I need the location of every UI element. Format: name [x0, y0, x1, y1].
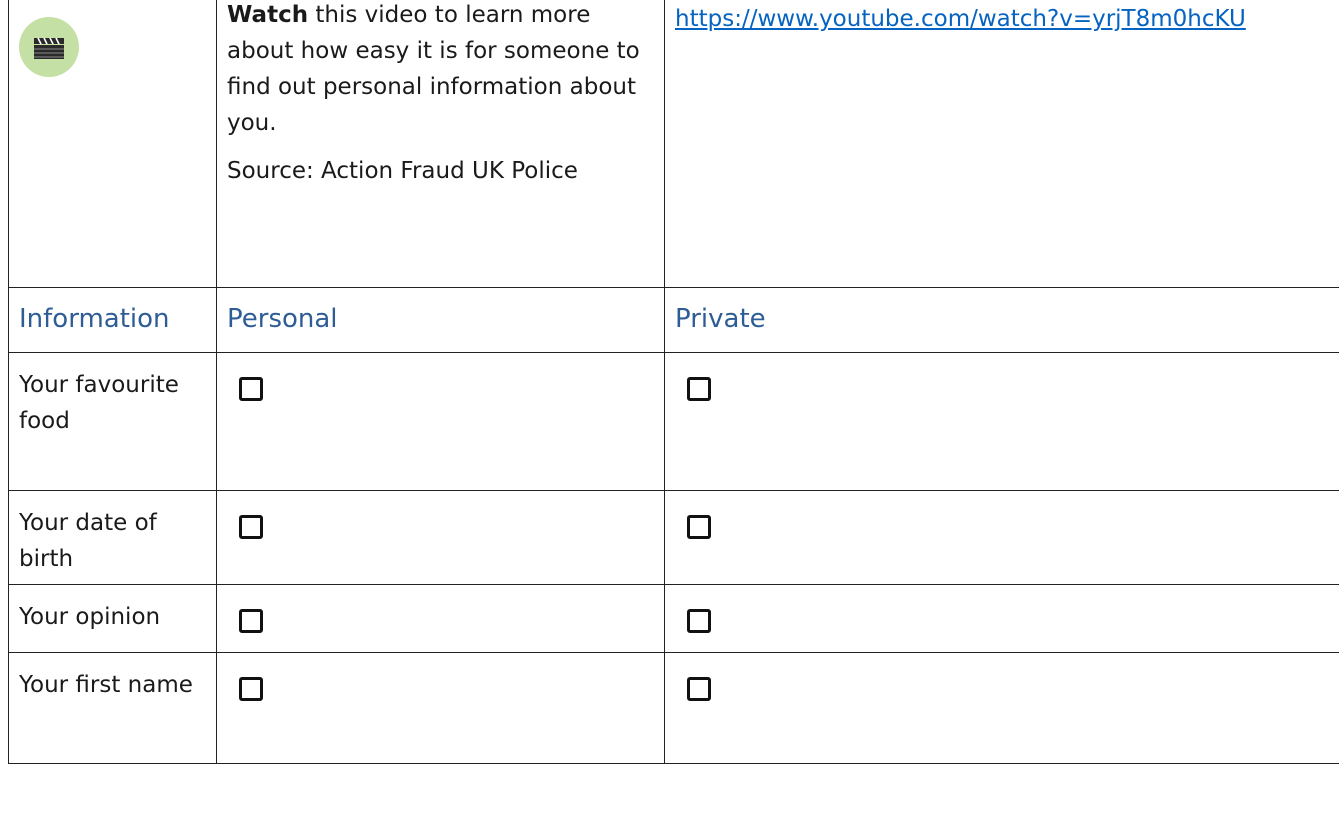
- private-checkbox[interactable]: [687, 609, 711, 633]
- video-description-cell: Watch this video to learn more about how…: [216, 0, 665, 288]
- youtube-link[interactable]: https://www.youtube.com/watch?v=yrjT8m0h…: [675, 0, 1246, 37]
- information-table: Watch this video to learn more about how…: [8, 0, 1339, 764]
- video-link-cell: https://www.youtube.com/watch?v=yrjT8m0h…: [664, 0, 1339, 288]
- worksheet-page: Watch this video to learn more about how…: [0, 0, 1339, 828]
- personal-checkbox[interactable]: [239, 377, 263, 401]
- private-checkbox[interactable]: [687, 377, 711, 401]
- row-label-cell: Your opinion: [8, 584, 217, 653]
- column-header-information: Information: [8, 287, 217, 353]
- private-cell: [664, 352, 1339, 491]
- personal-cell: [216, 352, 665, 491]
- column-header-private: Private: [664, 287, 1339, 353]
- personal-cell: [216, 652, 665, 764]
- row-label: Your date of birth: [19, 510, 157, 572]
- personal-cell: [216, 490, 665, 585]
- table-row: Your first name: [8, 652, 1339, 764]
- personal-cell: [216, 584, 665, 653]
- row-label-cell: Your date of birth: [8, 490, 217, 585]
- video-source: Source: Action Fraud UK Police: [227, 158, 578, 184]
- table-row: Your favourite food: [8, 352, 1339, 491]
- private-checkbox[interactable]: [687, 677, 711, 701]
- personal-checkbox[interactable]: [239, 677, 263, 701]
- private-cell: [664, 584, 1339, 653]
- row-label-cell: Your first name: [8, 652, 217, 764]
- table-row: Your date of birth: [8, 490, 1339, 585]
- personal-checkbox[interactable]: [239, 515, 263, 539]
- header-row: Information Personal Private: [8, 287, 1339, 353]
- icon-cell: [8, 0, 217, 288]
- video-description: Watch this video to learn more about how…: [227, 0, 654, 141]
- video-row: Watch this video to learn more about how…: [8, 0, 1339, 288]
- watch-label: Watch: [227, 2, 309, 28]
- row-label: Your favourite food: [19, 372, 179, 434]
- row-label-cell: Your favourite food: [8, 352, 217, 491]
- row-label: Your opinion: [19, 604, 161, 630]
- private-cell: [664, 490, 1339, 585]
- clapperboard-icon: [19, 17, 79, 77]
- row-label: Your first name: [19, 672, 193, 698]
- table-row: Your opinion: [8, 584, 1339, 653]
- column-header-personal: Personal: [216, 287, 665, 353]
- personal-checkbox[interactable]: [239, 609, 263, 633]
- private-cell: [664, 652, 1339, 764]
- private-checkbox[interactable]: [687, 515, 711, 539]
